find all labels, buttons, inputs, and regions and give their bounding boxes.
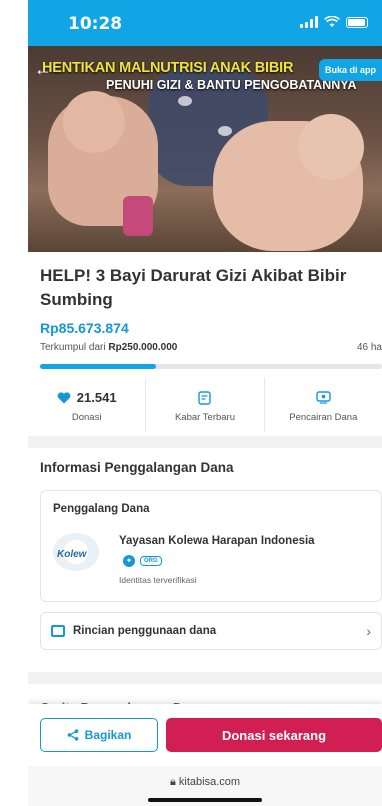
stat-label-donasi: Donasi bbox=[71, 411, 102, 423]
status-icons bbox=[300, 16, 368, 28]
stat-news[interactable]: Kabar Terbaru bbox=[146, 378, 265, 432]
stat-label-kabar: Kabar Terbaru bbox=[174, 411, 235, 423]
info-section-title: Informasi Penggalangan Dana bbox=[40, 460, 234, 475]
donate-now-button[interactable]: Donasi sekarang bbox=[166, 718, 382, 752]
collected-amount: Rp85.673.874 bbox=[40, 320, 129, 336]
share-button[interactable]: Bagikan bbox=[40, 718, 158, 752]
verified-badge-icon: ✦ bbox=[123, 555, 135, 567]
hero-subline: PENUHI GIZI & BANTU PENGOBATANNYA bbox=[106, 78, 357, 92]
url-display: 🔒︎ kitabisa.com bbox=[28, 776, 382, 789]
campaign-hero-image: HENTIKAN MALNUTRISI ANAK BIBIR PENUHI GI… bbox=[28, 46, 382, 252]
target-amount: Rp250.000.000 bbox=[108, 342, 178, 353]
collected-target: Terkumpul dari Rp250.000.000 bbox=[40, 342, 177, 353]
signal-icon bbox=[300, 16, 318, 28]
verified-text: Identitas terverifikasi bbox=[119, 575, 197, 585]
stat-label-pencairan: Pencairan Dana bbox=[289, 411, 358, 423]
withdraw-icon bbox=[316, 391, 331, 404]
browser-url-bar[interactable]: 🔒︎ kitabisa.com bbox=[28, 766, 382, 806]
lock-icon: 🔒︎ bbox=[169, 776, 176, 788]
heart-icon bbox=[57, 391, 71, 403]
status-time: 10:28 bbox=[68, 14, 123, 34]
collected-prefix: Terkumpul dari bbox=[40, 342, 106, 353]
fundraiser-card[interactable]: Penggalang Dana Kolew Yayasan Kolewa Har… bbox=[40, 490, 382, 602]
donation-count: 21.541 bbox=[76, 390, 117, 405]
section-divider bbox=[28, 436, 382, 448]
progress-fill bbox=[40, 364, 157, 369]
back-arrow-icon[interactable]: ← bbox=[34, 59, 52, 80]
home-indicator[interactable] bbox=[148, 798, 262, 802]
bottom-action-bar: Bagikan Donasi sekarang bbox=[28, 704, 382, 766]
share-icon bbox=[67, 729, 78, 741]
share-label: Bagikan bbox=[84, 728, 132, 742]
hero-head-left bbox=[63, 91, 125, 153]
org-tag: ORG bbox=[140, 556, 162, 566]
chevron-right-icon: › bbox=[366, 623, 371, 639]
status-bar: 10:28 bbox=[28, 0, 382, 46]
org-badges: ✦ ORG bbox=[123, 555, 162, 567]
fund-usage-row[interactable]: Rincian penggunaan dana › bbox=[40, 612, 382, 650]
hero-cloth bbox=[123, 196, 153, 236]
fund-usage-label: Rincian penggunaan dana bbox=[73, 625, 217, 637]
org-logo-text: Kolew bbox=[57, 549, 87, 560]
wifi-icon bbox=[324, 16, 340, 27]
news-icon bbox=[198, 390, 212, 405]
stats-row: 21.541 Donasi Kabar Terbaru Pencairan Da… bbox=[28, 378, 382, 432]
wallet-icon bbox=[51, 625, 65, 637]
phone-screen: 10:28 HENTIKAN MALNUTRISI ANAK BIBIR PEN… bbox=[28, 0, 382, 806]
open-in-app-button[interactable]: Buka di app bbox=[318, 59, 382, 81]
stat-withdrawal[interactable]: Pencairan Dana bbox=[265, 378, 382, 432]
url-text: kitabisa.com bbox=[178, 776, 241, 788]
days-left: 46 ha bbox=[356, 342, 382, 353]
hero-head-right bbox=[298, 114, 364, 180]
org-logo: Kolew bbox=[53, 533, 99, 571]
battery-icon bbox=[346, 16, 368, 28]
progress-bar bbox=[40, 364, 382, 369]
campaign-title: HELP! 3 Bayi Darurat Gizi Akibat Bibir S… bbox=[40, 266, 347, 309]
org-name: Yayasan Kolewa Harapan Indonesia bbox=[119, 535, 315, 547]
fundraiser-card-title: Penggalang Dana bbox=[53, 503, 150, 515]
section-divider-2 bbox=[28, 672, 382, 684]
hero-headline: HENTIKAN MALNUTRISI ANAK BIBIR bbox=[42, 60, 294, 76]
stat-donations[interactable]: 21.541 Donasi bbox=[28, 378, 147, 432]
